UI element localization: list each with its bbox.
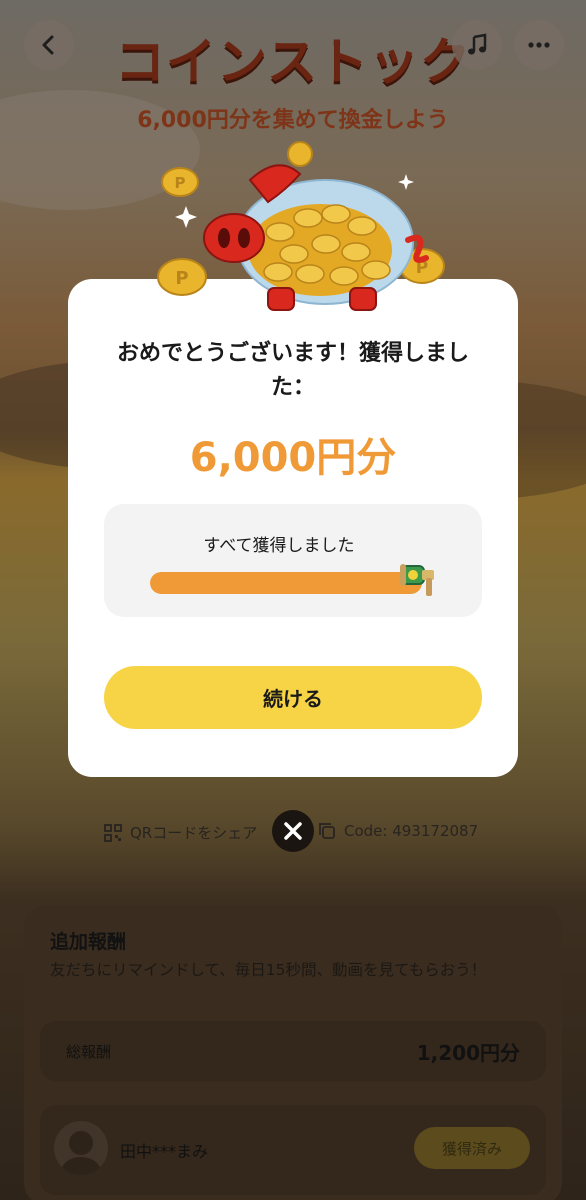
close-x-icon [284,822,302,840]
share-qr-button[interactable]: QRコードをシェア [104,822,257,843]
reward-modal: おめでとうございます！獲得しました： 6,000円分 すべて獲得しました 続ける [68,279,518,777]
piggy-bank-icon: P P P [157,141,445,311]
share-qr-label: QRコードをシェア [130,824,258,842]
avatar [54,1121,108,1175]
bonus-description: 友だちにリマインドして、毎日15秒間、動画を見てもらおう！ [50,961,487,979]
total-reward-value: 1,200円分 [416,1041,520,1065]
progress-card: すべて獲得しました [104,504,482,617]
invite-code: Code: 493172087 [344,822,479,840]
music-note-icon [468,33,487,55]
modal-headline: おめでとうございます！獲得しました： [116,341,469,400]
progress-label: すべて獲得しました [203,536,355,556]
friend-name: 田中***まみ [120,1142,209,1161]
total-reward-label: 総報酬 [66,1043,112,1061]
copy-icon [319,823,335,839]
qr-code-icon [104,823,122,842]
progress-track [150,572,422,594]
progress-fill [150,572,422,594]
total-reward-box: 総報酬 1,200円分 [40,1021,546,1081]
bonus-panel: 追加報酬 友だちにリマインドして、毎日15秒間、動画を見てもらおう！ 総報酬 1… [24,905,562,1200]
page-subtitle: 6,000円分を集めて換金しよう [137,108,449,133]
friend-row: 田中***まみ 獲得済み [40,1105,546,1195]
reward-amount: 6,000円分 [189,435,397,481]
claimed-button[interactable]: 獲得済み [414,1127,530,1169]
bonus-title: 追加報酬 [50,931,127,953]
more-dots-icon [528,42,550,48]
music-button[interactable] [452,20,502,70]
continue-button[interactable]: 続ける [104,666,482,729]
svg-text:P: P [175,174,186,192]
svg-text:P: P [175,268,188,289]
close-button[interactable] [272,810,314,852]
more-button[interactable] [514,20,564,70]
copy-code-button[interactable]: Code: 493172087 [318,822,478,840]
hammer-icon [400,564,434,596]
